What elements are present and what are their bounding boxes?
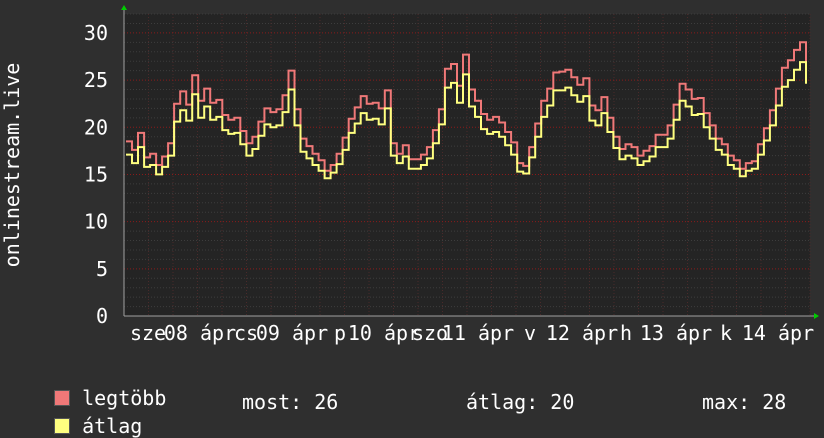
stat-avg: átlag: 20: [466, 390, 575, 414]
y-tick-label: 20: [84, 115, 108, 139]
x-tick-label: 09 ápr: [256, 321, 328, 345]
y-tick-label: 10: [84, 210, 108, 234]
y-axis-title: onlinestream.live: [0, 63, 24, 268]
x-tick-label: 10 ápr: [348, 321, 420, 345]
stat-most: most: 26: [242, 390, 339, 414]
x-tick-label: 14 ápr: [742, 321, 814, 345]
x-tick-label: p: [334, 321, 346, 345]
legend-label-avg: átlag: [82, 414, 143, 438]
y-tick-label: 15: [84, 162, 108, 186]
x-tick-label: k: [720, 321, 732, 345]
x-tick-label: h: [620, 321, 632, 345]
y-tick-label: 0: [96, 304, 108, 328]
y-tick-label: 25: [84, 68, 108, 92]
x-tick-label: 11 ápr: [442, 321, 514, 345]
y-axis-arrow: [121, 5, 127, 10]
legend-swatch-avg: [54, 418, 71, 434]
x-tick-label: 08 ápr: [164, 321, 236, 345]
x-tick-label: 13 ápr: [640, 321, 712, 345]
x-axis-arrow: [814, 313, 819, 319]
legend-item-avg: átlag: [30, 390, 142, 438]
y-tick-label: 5: [96, 257, 108, 281]
stat-max: max: 28: [702, 390, 787, 414]
x-tick-label: v: [524, 321, 536, 345]
x-tick-label: cs: [234, 321, 258, 345]
x-tick-label: 12 ápr: [546, 321, 618, 345]
x-tick-label: sze: [130, 321, 166, 345]
line-chart: 051015202530sze08 áprcs09 ápr p 10 áprszo1…: [0, 5, 819, 345]
y-tick-label: 30: [84, 21, 108, 45]
